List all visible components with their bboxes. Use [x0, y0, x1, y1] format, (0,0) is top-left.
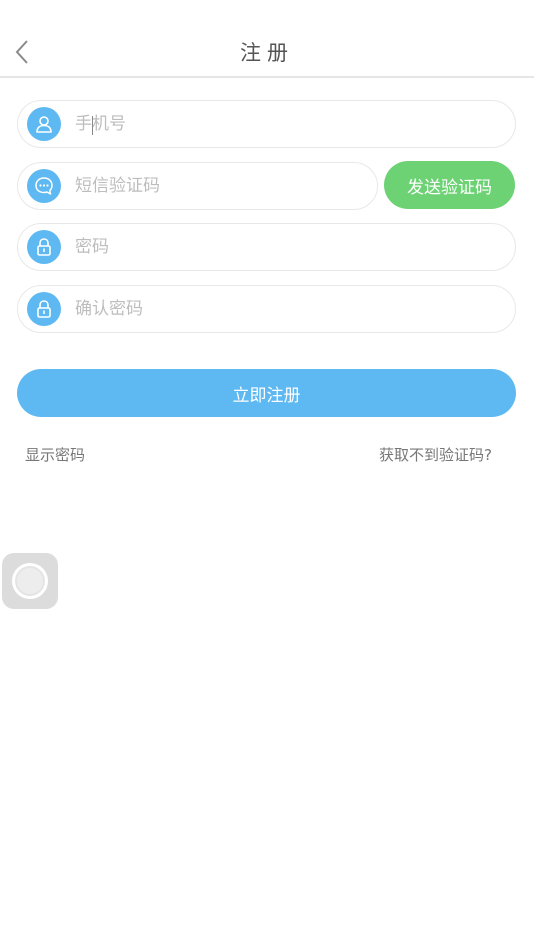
assistive-touch-icon: [12, 563, 48, 599]
register-button[interactable]: 立即注册: [17, 369, 516, 417]
user-icon: [27, 107, 61, 141]
password-field: [17, 223, 516, 271]
assistive-touch-button[interactable]: [2, 553, 58, 609]
password-input[interactable]: [75, 237, 455, 257]
register-page: 注册 发送验证码: [0, 0, 534, 950]
confirm-password-input[interactable]: [75, 299, 455, 319]
header-bar: 注册: [0, 0, 534, 78]
lock-icon: [27, 230, 61, 264]
lock-icon: [27, 292, 61, 326]
page-title: 注册: [240, 41, 294, 65]
message-icon: [27, 169, 61, 203]
send-code-button[interactable]: 发送验证码: [384, 161, 515, 209]
sms-code-field: [17, 162, 378, 210]
show-password-link[interactable]: 显示密码: [25, 444, 85, 465]
text-cursor: [92, 116, 93, 135]
phone-input[interactable]: [75, 114, 455, 134]
no-code-help-link[interactable]: 获取不到验证码?: [379, 444, 492, 465]
phone-field: [17, 100, 516, 148]
sms-code-input[interactable]: [75, 176, 335, 196]
confirm-password-field: [17, 285, 516, 333]
